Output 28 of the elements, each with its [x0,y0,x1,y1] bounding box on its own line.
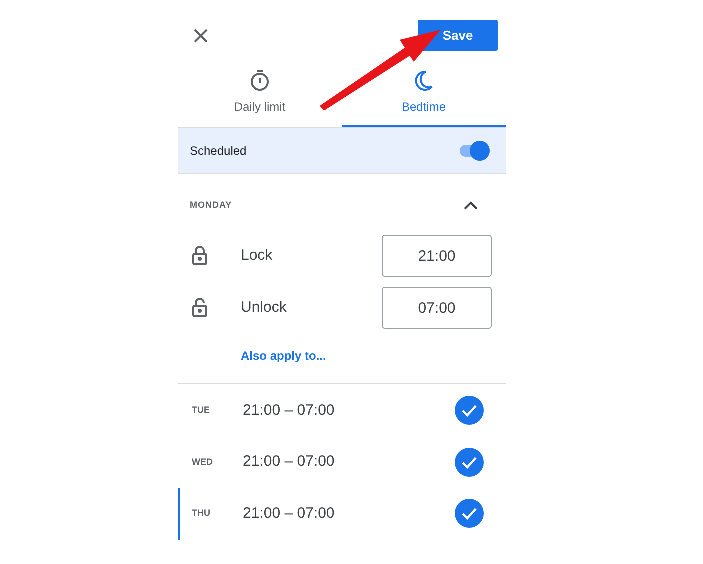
section-title: MONDAY [190,199,232,212]
close-icon[interactable] [193,28,209,44]
stopwatch-icon [250,70,270,92]
day-row[interactable]: THU 21:00 – 07:00 [178,488,506,540]
check-circle-icon[interactable] [455,448,484,477]
check-circle-icon[interactable] [455,396,484,426]
day-label: TUE [192,404,211,417]
save-button[interactable]: Save [418,20,498,51]
toggle-switch[interactable] [458,140,490,160]
day-label: WED [192,456,214,468]
time-label: Unlock [241,298,288,318]
scheduled-label: Scheduled [190,142,247,160]
day-label: THU [192,507,212,520]
lock-icon [192,246,208,266]
unlock-icon [192,298,208,318]
time-field[interactable]: 07:00 [382,287,492,329]
time-range: 21:00 – 07:00 [243,504,336,524]
moon-icon [414,70,434,92]
time-field[interactable]: 21:00 [382,235,492,277]
tab[interactable]: Daily limit [178,70,342,127]
time-label: Lock [241,246,274,266]
also-apply-link[interactable]: Also apply to... [241,347,326,365]
check-circle-icon[interactable] [455,499,484,528]
chevron-up-icon[interactable] [464,201,478,211]
day-row[interactable]: WED 21:00 – 07:00 [178,436,506,488]
time-range: 21:00 – 07:00 [243,452,336,472]
time-range: 21:00 – 07:00 [243,400,336,420]
day-row[interactable]: TUE 21:00 – 07:00 [178,385,506,436]
